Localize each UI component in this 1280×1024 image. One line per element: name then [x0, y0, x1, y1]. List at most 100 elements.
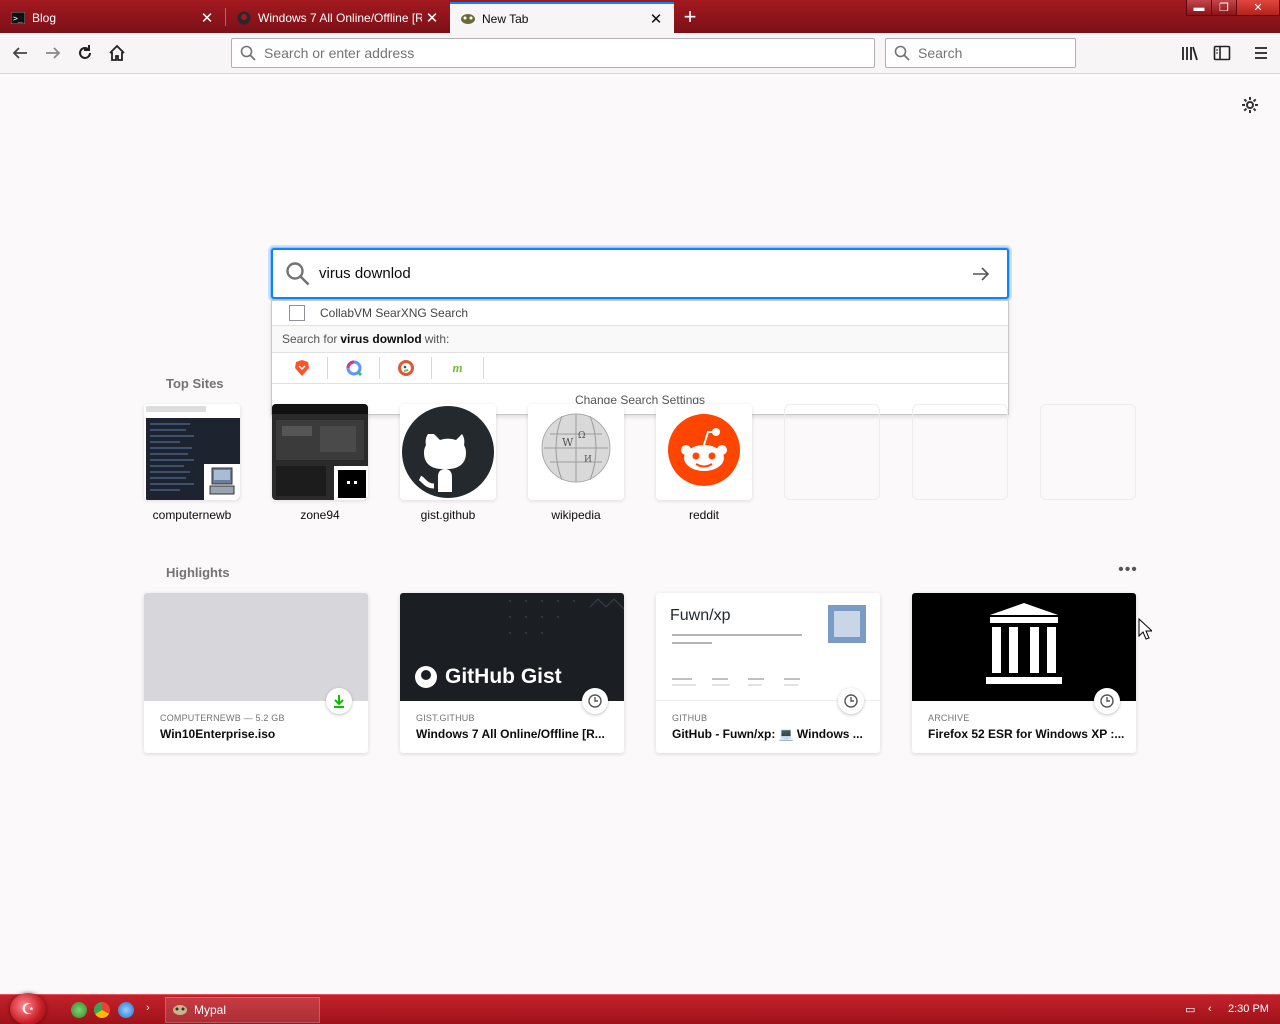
- reload-button[interactable]: [70, 39, 100, 67]
- search-icon: [240, 45, 256, 61]
- taskbar-item-label: Mypal: [194, 1003, 227, 1017]
- close-window-button[interactable]: ✕: [1236, 0, 1280, 16]
- start-button[interactable]: ☪: [10, 993, 46, 1024]
- card-context: COMPUTERNEWB — 5.2 GB: [160, 713, 285, 723]
- home-button[interactable]: [102, 39, 132, 67]
- search-suggestions-popup: CollabVM SearXNG Search Search for virus…: [271, 300, 1009, 415]
- menu-button[interactable]: [1246, 39, 1276, 67]
- mypal-icon: [173, 1005, 187, 1015]
- search-for-suffix: with:: [424, 332, 450, 346]
- top-site-label: gist.github: [420, 508, 476, 522]
- computernewb-thumbnail: [144, 404, 240, 500]
- top-site-zone94[interactable]: [272, 404, 368, 500]
- tab-blog[interactable]: >_ Blog ✕: [0, 2, 225, 33]
- search-input[interactable]: [918, 45, 1072, 61]
- quicklaunch-chrome-icon[interactable]: [94, 1002, 110, 1018]
- sidebar-icon: [1213, 45, 1231, 61]
- taskbar: ☪ › Mypal ▭ ‹ 2:30 PM: [0, 993, 1280, 1024]
- minimize-button[interactable]: ▬: [1186, 0, 1212, 16]
- tab-new-tab[interactable]: New Tab ✕: [450, 2, 674, 33]
- svg-text:Ω: Ω: [578, 431, 585, 441]
- search-for-prefix: Search for: [282, 332, 338, 346]
- highlight-card[interactable]: Fuwn/xp GITHUB GitHub - Fuwn/xp: 💻 Windo…: [656, 593, 880, 753]
- gear-icon: [1242, 97, 1258, 113]
- quicklaunch-ie-icon[interactable]: [118, 1002, 134, 1018]
- engine-qwant[interactable]: [328, 357, 380, 379]
- tab-windows7-gist[interactable]: Windows 7 All Online/Offline [R... ✕: [226, 2, 450, 33]
- forward-arrow-icon: [46, 47, 61, 59]
- highlights-title: Highlights: [166, 565, 230, 580]
- change-search-settings-button[interactable]: Change Search Settings: [272, 384, 1008, 415]
- top-site-label: wikipedia: [551, 508, 601, 522]
- terminal-favicon-icon: >_: [10, 10, 26, 26]
- engine-mojeek[interactable]: m: [432, 357, 484, 379]
- top-site-label: reddit: [688, 508, 720, 522]
- highlights-more-button[interactable]: •••: [1116, 561, 1140, 578]
- highlight-card[interactable]: COMPUTERNEWB — 5.2 GB Win10Enterprise.is…: [144, 593, 368, 753]
- suggestion-checkbox[interactable]: [289, 305, 305, 321]
- search-for-header: Search for virus downlod with:: [272, 326, 1008, 353]
- card-title: Firefox 52 ESR for Windows XP :...: [928, 727, 1125, 741]
- search-bar[interactable]: [885, 38, 1076, 68]
- card-context: ARCHIVE: [928, 713, 970, 723]
- newtab-search-box[interactable]: [271, 248, 1009, 299]
- close-tab-icon[interactable]: ✕: [646, 9, 666, 29]
- top-sites-title: Top Sites: [166, 376, 224, 391]
- highlight-card[interactable]: GitHub Gist GIST.GITHUB Windows 7 All On…: [400, 593, 624, 753]
- highlight-card[interactable]: ARCHIVE Firefox 52 ESR for Windows XP :.…: [912, 593, 1136, 753]
- svg-text:>_: >_: [13, 14, 23, 23]
- card-context: GIST.GITHUB: [416, 713, 475, 723]
- archive-logo-icon: [986, 603, 1062, 684]
- reddit-icon: [656, 404, 752, 500]
- top-site-computernewb[interactable]: [144, 404, 240, 500]
- suggestion-row[interactable]: CollabVM SearXNG Search: [272, 301, 1008, 326]
- back-arrow-icon: [12, 47, 27, 59]
- clock[interactable]: 2:30 PM: [1228, 1003, 1269, 1015]
- taskbar-item-mypal[interactable]: Mypal: [165, 997, 320, 1023]
- github-icon: [400, 404, 496, 500]
- brave-icon: [294, 360, 309, 376]
- arrow-right-icon: [973, 266, 990, 281]
- top-site-wikipedia[interactable]: W Ω И: [528, 404, 624, 500]
- zone94-thumbnail: [272, 404, 368, 500]
- library-button[interactable]: [1175, 39, 1205, 67]
- quicklaunch-green-icon[interactable]: [71, 1002, 87, 1018]
- navigation-toolbar: [0, 33, 1280, 74]
- chevron-left-icon[interactable]: ‹: [1208, 1003, 1212, 1015]
- card-context: GITHUB: [672, 713, 708, 723]
- reload-icon: [79, 45, 91, 59]
- card-title: Win10Enterprise.iso: [160, 727, 276, 741]
- card-thumb-text: GitHub Gist: [445, 665, 562, 688]
- top-site-reddit[interactable]: [656, 404, 752, 500]
- close-tab-icon[interactable]: ✕: [197, 8, 217, 28]
- wikipedia-globe-icon: W Ω И: [528, 404, 624, 500]
- library-icon: [1182, 46, 1198, 61]
- search-submit-button[interactable]: [961, 254, 1001, 294]
- engine-brave[interactable]: [276, 357, 328, 379]
- history-icon: [582, 688, 608, 714]
- history-icon: [838, 688, 864, 714]
- search-icon: [286, 261, 310, 285]
- tab-label: Blog: [32, 10, 57, 25]
- back-button[interactable]: [5, 39, 35, 67]
- top-site-gist-github[interactable]: [400, 404, 496, 500]
- close-tab-icon[interactable]: ✕: [422, 8, 442, 28]
- new-tab-button[interactable]: +: [676, 4, 704, 30]
- history-icon: [1094, 688, 1120, 714]
- tab-label: Windows 7 All Online/Offline [R...: [258, 10, 422, 25]
- customize-button[interactable]: [1238, 93, 1262, 117]
- mojeek-icon: m: [452, 360, 463, 375]
- sidebar-button[interactable]: [1207, 39, 1237, 67]
- hamburger-menu-icon: [1255, 47, 1267, 59]
- engine-duckduckgo[interactable]: [380, 357, 432, 379]
- newtab-search-input[interactable]: [319, 265, 961, 282]
- card-thumbnail: [144, 593, 368, 701]
- chevron-right-icon[interactable]: ›: [146, 1002, 150, 1014]
- url-bar[interactable]: [231, 38, 875, 68]
- keyboard-icon[interactable]: ▭: [1185, 1003, 1195, 1016]
- svg-text:И: И: [584, 455, 592, 465]
- maximize-button[interactable]: ❐: [1211, 0, 1237, 16]
- url-input[interactable]: [264, 45, 803, 61]
- forward-button[interactable]: [38, 39, 68, 67]
- top-site-empty-slot: [784, 404, 880, 500]
